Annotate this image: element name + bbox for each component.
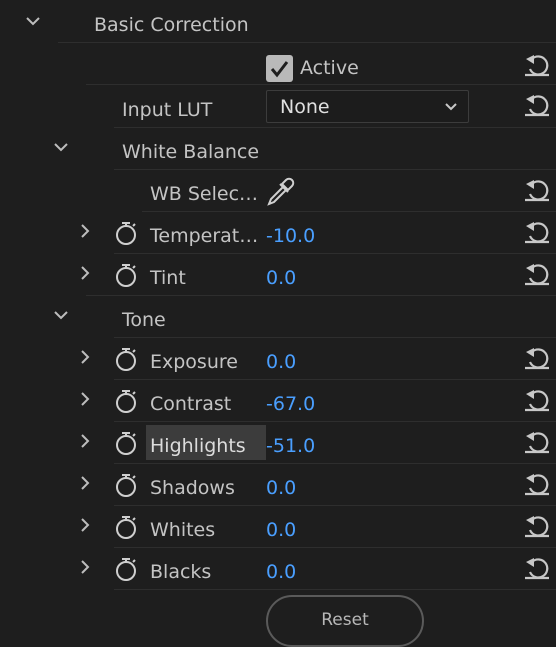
highlights-value[interactable]: -51.0 (266, 435, 315, 457)
divider (114, 337, 556, 338)
contrast-stopwatch-icon[interactable] (114, 388, 138, 414)
tint-value[interactable]: 0.0 (266, 267, 296, 289)
input-lut-reset-icon[interactable] (522, 90, 552, 120)
shadows-reset-icon[interactable] (522, 469, 552, 499)
blacks-label: Blacks (150, 561, 212, 583)
blacks-reset-icon[interactable] (522, 553, 552, 583)
tint-label: Tint (150, 267, 186, 289)
divider (114, 421, 556, 422)
divider (86, 295, 556, 296)
divider (114, 505, 556, 506)
tint-expand-chevron-right-icon[interactable] (74, 262, 96, 284)
divider (114, 589, 556, 590)
shadows-label: Shadows (150, 477, 235, 499)
blacks-value[interactable]: 0.0 (266, 561, 296, 583)
whites-reset-icon[interactable] (522, 511, 552, 541)
contrast-value[interactable]: -67.0 (266, 393, 315, 415)
reset-button[interactable]: Reset (266, 595, 424, 647)
eyedropper-icon[interactable] (264, 176, 296, 208)
shadows-value[interactable]: 0.0 (266, 477, 296, 499)
chevron-down-icon (445, 103, 457, 111)
whites-label: Whites (150, 519, 216, 541)
temperature-value[interactable]: -10.0 (266, 225, 315, 247)
tone-heading: Tone (122, 309, 166, 331)
temperature-expand-chevron-right-icon[interactable] (74, 220, 96, 242)
blacks-expand-chevron-right-icon[interactable] (74, 556, 96, 578)
whites-value[interactable]: 0.0 (266, 519, 296, 541)
tint-stopwatch-icon[interactable] (114, 262, 138, 288)
exposure-stopwatch-icon[interactable] (114, 346, 138, 372)
wb-selector-reset-icon[interactable] (522, 175, 552, 205)
exposure-reset-icon[interactable] (522, 343, 552, 373)
divider (114, 547, 556, 548)
exposure-value[interactable]: 0.0 (266, 351, 296, 373)
divider (114, 169, 556, 170)
contrast-expand-chevron-right-icon[interactable] (74, 388, 96, 410)
divider (114, 379, 556, 380)
basic-correction-heading: Basic Correction (94, 14, 249, 36)
exposure-expand-chevron-right-icon[interactable] (74, 346, 96, 368)
shadows-stopwatch-icon[interactable] (114, 472, 138, 498)
white-balance-heading: White Balance (122, 141, 260, 163)
divider (86, 84, 556, 85)
temperature-reset-icon[interactable] (522, 217, 552, 247)
shadows-expand-chevron-right-icon[interactable] (74, 472, 96, 494)
temperature-label: Temperat… (150, 225, 259, 247)
reset-button-label: Reset (321, 610, 369, 630)
input-lut-dropdown[interactable]: None (266, 90, 469, 123)
divider (142, 211, 556, 212)
contrast-reset-icon[interactable] (522, 385, 552, 415)
white-balance-collapse-chevron-down-icon[interactable] (50, 136, 72, 158)
temperature-stopwatch-icon[interactable] (114, 220, 138, 246)
highlights-expand-chevron-right-icon[interactable] (74, 430, 96, 452)
input-lut-value: None (280, 96, 330, 118)
highlights-stopwatch-icon[interactable] (114, 430, 138, 456)
contrast-label: Contrast (150, 393, 232, 415)
tint-reset-icon[interactable] (522, 259, 552, 289)
tone-collapse-chevron-down-icon[interactable] (50, 304, 72, 326)
divider (114, 127, 556, 128)
blacks-stopwatch-icon[interactable] (114, 556, 138, 582)
whites-stopwatch-icon[interactable] (114, 514, 138, 540)
active-label: Active (300, 57, 359, 79)
divider (114, 253, 556, 254)
highlights-label: Highlights (150, 435, 246, 457)
highlights-reset-icon[interactable] (522, 427, 552, 457)
basic-correction-collapse-chevron-down-icon[interactable] (22, 10, 44, 32)
divider (58, 42, 556, 43)
divider (114, 463, 556, 464)
exposure-label: Exposure (150, 351, 238, 373)
checkmark-icon (270, 61, 289, 78)
active-reset-icon[interactable] (522, 50, 552, 80)
wb-selector-label: WB Selec… (150, 183, 259, 205)
input-lut-label: Input LUT (122, 99, 213, 121)
whites-expand-chevron-right-icon[interactable] (74, 514, 96, 536)
active-checkbox[interactable] (266, 55, 293, 82)
